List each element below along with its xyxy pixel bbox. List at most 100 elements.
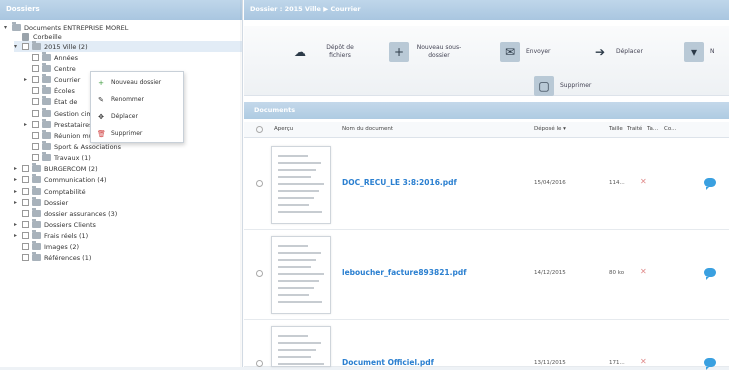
- tree-node[interactable]: ▸ Communication (4): [14, 174, 242, 185]
- table-row[interactable]: Document Officiel.pdf 13/11/2015 171... ✕: [244, 320, 729, 370]
- mail-icon: ✉: [500, 41, 520, 62]
- comment-icon[interactable]: [704, 178, 716, 190]
- expand-toggle-icon[interactable]: ▸: [14, 165, 20, 172]
- row-checkbox[interactable]: [256, 360, 263, 367]
- tree-checkbox[interactable]: [32, 87, 39, 94]
- folder-icon: [42, 85, 51, 94]
- context-menu-item[interactable]: ✥ Déplacer: [91, 108, 185, 125]
- tree-checkbox[interactable]: [22, 210, 29, 217]
- tree-node-label: Références (1): [44, 253, 92, 262]
- tree-node[interactable]: dossier assurances (3): [14, 208, 242, 219]
- tree-checkbox[interactable]: [32, 110, 39, 117]
- tree-node-label: BURGERCOM (2): [44, 164, 98, 173]
- tree-node[interactable]: ▾ 2015 Ville (2): [14, 41, 242, 52]
- expand-toggle-icon[interactable]: ▸: [14, 188, 20, 195]
- thumbnail-line: [278, 197, 314, 199]
- document-name-link[interactable]: leboucher_facture893821.pdf: [342, 268, 466, 277]
- context-menu-item[interactable]: 🗑 Supprimer: [91, 125, 185, 142]
- tree-node[interactable]: Années: [24, 52, 242, 63]
- comment-icon[interactable]: [704, 358, 716, 370]
- plus-icon: +: [98, 78, 104, 87]
- tree-node[interactable]: Images (2): [14, 241, 242, 252]
- thumbnail-line: [278, 280, 319, 282]
- expand-toggle-icon[interactable]: ▸: [24, 121, 30, 128]
- nouveau-sous-dossier-button[interactable]: + Nouveau sous-dossier: [389, 38, 463, 65]
- folder-icon: [42, 141, 51, 150]
- document-date: 13/11/2015: [534, 360, 566, 366]
- document-name-link[interactable]: Document Officiel.pdf: [342, 358, 434, 367]
- thumbnail-line: [278, 204, 309, 206]
- tree-node-label: Travaux (1): [54, 153, 91, 162]
- tree-node[interactable]: ▸ BURGERCOM (2): [14, 163, 242, 174]
- tree-node-label: État de: [54, 97, 78, 106]
- depot-fichiers-button[interactable]: ☁ Dépôt de fichiers: [290, 38, 364, 65]
- not-processed-icon[interactable]: ✕: [640, 357, 647, 366]
- tree-node[interactable]: Références (1): [14, 252, 242, 263]
- folders-panel: Dossiers ▾ Documents ENTREPRISE MOREL Corb…: [0, 0, 243, 367]
- expand-toggle-icon[interactable]: ▾: [4, 24, 10, 31]
- expand-toggle-icon[interactable]: ▾: [14, 43, 20, 50]
- tree-checkbox[interactable]: [32, 121, 39, 128]
- tree-checkbox[interactable]: [32, 54, 39, 61]
- comment-icon[interactable]: [704, 268, 716, 280]
- expand-toggle-icon[interactable]: ▸: [14, 232, 20, 239]
- row-checkbox[interactable]: [256, 180, 263, 187]
- tree-checkbox[interactable]: [22, 176, 29, 183]
- tree-checkbox[interactable]: [22, 254, 29, 261]
- tree-checkbox[interactable]: [22, 165, 29, 172]
- context-menu-item[interactable]: + Nouveau dossier: [91, 74, 185, 91]
- tree-checkbox[interactable]: [32, 65, 39, 72]
- tree-node[interactable]: Travaux (1): [24, 152, 242, 163]
- tree-checkbox[interactable]: [32, 76, 39, 83]
- table-row[interactable]: DOC_RECU_LE 3:8:2016.pdf 15/04/2016 114...…: [244, 140, 729, 230]
- column-header[interactable]: Nom du document: [342, 126, 393, 132]
- tree-node[interactable]: ▸ Comptabilité: [14, 186, 242, 197]
- expand-toggle-icon[interactable]: ▸: [14, 199, 20, 206]
- tree-checkbox[interactable]: [22, 43, 29, 50]
- document-size: 80 ko: [609, 270, 625, 276]
- toolbar: ☁ Dépôt de fichiers + Nouveau sous-dossier ✉…: [244, 26, 729, 96]
- expand-toggle-icon[interactable]: ▸: [24, 76, 30, 83]
- column-header[interactable]: Taille: [609, 126, 623, 132]
- row-checkbox[interactable]: [256, 270, 263, 277]
- tree-checkbox[interactable]: [22, 188, 29, 195]
- expand-toggle-icon[interactable]: ▸: [14, 221, 20, 228]
- document-thumbnail[interactable]: [271, 236, 331, 314]
- column-header[interactable]: Déposé le ▾: [534, 126, 566, 132]
- not-processed-icon[interactable]: ✕: [640, 177, 647, 186]
- document-name-link[interactable]: DOC_RECU_LE 3:8:2016.pdf: [342, 178, 457, 187]
- deplacer-button[interactable]: ➔ Déplacer: [590, 38, 643, 65]
- not-processed-icon[interactable]: ✕: [640, 267, 647, 276]
- folder-icon: [32, 197, 41, 206]
- expand-toggle-icon[interactable]: ▸: [14, 176, 20, 183]
- partager-button[interactable]: ▾ N: [684, 38, 715, 65]
- tree-node-label: Frais réels (1): [44, 231, 89, 240]
- tree-checkbox[interactable]: [22, 243, 29, 250]
- envoyer-button[interactable]: ✉ Envoyer: [500, 38, 551, 65]
- select-all-checkbox[interactable]: [256, 126, 263, 133]
- deplacer-label: Déplacer: [616, 47, 643, 55]
- tree-checkbox[interactable]: [32, 154, 39, 161]
- folder-icon: [32, 163, 41, 172]
- thumbnail-line: [278, 162, 321, 164]
- column-header[interactable]: Ta...: [647, 126, 658, 132]
- tree-checkbox[interactable]: [32, 132, 39, 139]
- tree-checkbox[interactable]: [22, 221, 29, 228]
- column-header[interactable]: Traité: [627, 126, 642, 132]
- context-menu-item[interactable]: ✎ Renommer: [91, 91, 185, 108]
- column-header[interactable]: Aperçu: [274, 126, 293, 132]
- tree-checkbox[interactable]: [32, 143, 39, 150]
- tree-checkbox[interactable]: [22, 199, 29, 206]
- document-thumbnail[interactable]: [271, 146, 331, 224]
- tree-node[interactable]: ▸ Dossier: [14, 197, 242, 208]
- tree-node[interactable]: ▸ Frais réels (1): [14, 230, 242, 241]
- tree-checkbox[interactable]: [32, 98, 39, 105]
- document-thumbnail[interactable]: [271, 326, 331, 367]
- column-header[interactable]: Co...: [664, 126, 676, 132]
- envoyer-label: Envoyer: [526, 47, 551, 55]
- thumbnail-line: [278, 190, 319, 192]
- tree-node[interactable]: ▸ Dossiers Clients: [14, 219, 242, 230]
- tree-checkbox[interactable]: [22, 232, 29, 239]
- table-row[interactable]: leboucher_facture893821.pdf 14/12/2015 80 …: [244, 230, 729, 320]
- supprimer-button[interactable]: ▢ Supprimer: [534, 72, 591, 99]
